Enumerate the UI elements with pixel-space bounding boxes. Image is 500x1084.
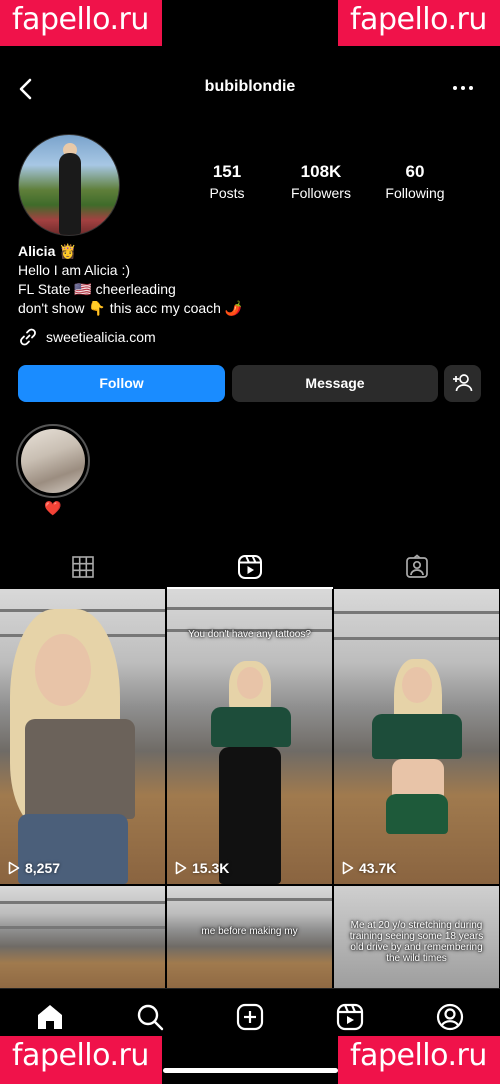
profile-tabs [0, 545, 500, 589]
reel-thumbnail[interactable]: You don't have any tattoos? 15.3K [167, 589, 332, 884]
add-person-icon [453, 374, 473, 392]
bio-line: don't show 👇 this acc my coach 🌶️ [18, 300, 243, 316]
profile-link-text: sweetiealicia.com [46, 329, 156, 345]
home-indicator [163, 1068, 338, 1073]
stat-value: 108K [300, 162, 342, 181]
bio-line: FL State 🇺🇸 cheerleading [18, 281, 176, 297]
message-button[interactable]: Message [232, 365, 438, 402]
nav-reels[interactable] [334, 1001, 366, 1033]
reel-thumbnail[interactable] [0, 886, 165, 996]
nav-search[interactable] [134, 1001, 166, 1033]
reels-icon [238, 555, 262, 579]
stat-label: Following [385, 185, 445, 201]
reel-thumbnail[interactable]: 8,257 [0, 589, 165, 884]
tagged-icon [406, 554, 428, 578]
reel-caption: me before making my [201, 926, 298, 937]
suggest-users-button[interactable] [444, 365, 481, 402]
more-icon [453, 86, 473, 90]
reel-view-count: 8,257 [25, 860, 61, 876]
watermark-bottom-left: fapello.ru [0, 1036, 162, 1084]
search-icon [137, 1004, 164, 1031]
profile-username: bubiblondie [204, 78, 296, 95]
reel-caption: Me at 20 y/o stretching during training … [349, 920, 484, 964]
stat-value: 60 [405, 162, 425, 181]
stat-followers[interactable]: 108K Followers [274, 162, 368, 201]
grid-icon [72, 556, 94, 578]
reel-views: 43.7K [342, 860, 396, 876]
stat-following[interactable]: 60 Following [368, 162, 462, 201]
link-icon [20, 328, 36, 346]
home-icon [38, 1005, 62, 1029]
nav-profile[interactable] [434, 1001, 466, 1033]
stat-posts[interactable]: 151 Posts [180, 162, 274, 201]
play-icon [342, 861, 354, 875]
watermark-bottom-right: fapello.ru [338, 1036, 500, 1084]
play-icon [8, 861, 20, 875]
profile-actions: Follow Message [18, 365, 482, 403]
reel-thumbnail[interactable]: 43.7K [334, 589, 499, 884]
reel-view-count: 43.7K [359, 860, 397, 876]
watermark-top-right: fapello.ru [338, 0, 500, 46]
nav-create[interactable] [234, 1001, 266, 1033]
reel-thumbnail[interactable]: Me at 20 y/o stretching during training … [334, 886, 499, 996]
stat-value: 151 [212, 162, 242, 181]
profile-avatar[interactable] [18, 134, 120, 236]
play-icon [175, 861, 187, 875]
profile-header: bubiblondie [0, 70, 500, 108]
tab-reels[interactable] [167, 545, 333, 589]
reel-view-count: 15.3K [192, 860, 230, 876]
story-highlight[interactable] [16, 424, 90, 498]
reels-icon [336, 1003, 364, 1031]
bio-line: Hello I am Alicia :) [18, 262, 131, 278]
stat-label: Followers [291, 185, 351, 201]
reel-caption: You don't have any tattoos? [188, 629, 311, 640]
watermark-top-left: fapello.ru [0, 0, 162, 46]
highlight-cover [21, 429, 85, 493]
tab-posts[interactable] [0, 545, 166, 589]
profile-bio: Alicia 👸 Hello I am Alicia :) FL State 🇺… [18, 242, 242, 318]
profile-icon [436, 1003, 464, 1031]
reels-grid: 8,257 You don't have any tattoos? 15.3K … [0, 589, 500, 996]
create-icon [236, 1003, 264, 1031]
highlight-label: ❤️ [44, 500, 62, 516]
nav-home[interactable] [34, 1001, 66, 1033]
profile-stats: 151 Posts 108K Followers 60 Following [180, 162, 462, 201]
stat-label: Posts [209, 185, 245, 201]
display-name: Alicia 👸 [18, 243, 77, 259]
follow-button[interactable]: Follow [18, 365, 225, 402]
reel-thumbnail[interactable]: me before making my [167, 886, 332, 996]
reel-views: 8,257 [8, 860, 60, 876]
reel-views: 15.3K [175, 860, 229, 876]
profile-link[interactable]: sweetiealicia.com [18, 327, 156, 347]
more-options-button[interactable] [448, 78, 478, 98]
tab-tagged[interactable] [334, 545, 500, 589]
